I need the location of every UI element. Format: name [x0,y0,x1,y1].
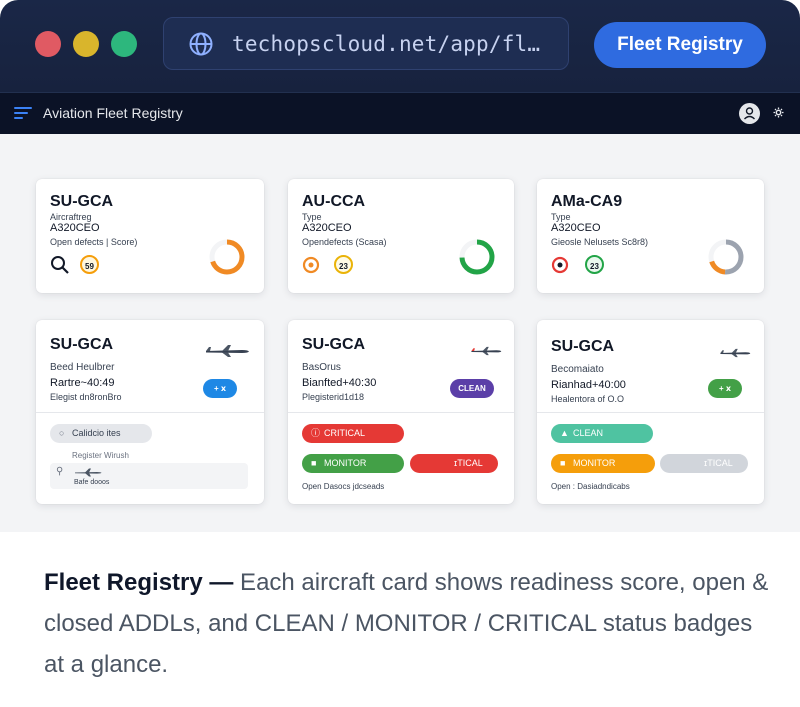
aircraft-registration: SU-GCA [50,336,114,353]
window-maximize-dot[interactable] [111,31,137,57]
aircraft-type: A320CEO [302,222,352,234]
status-pill-critical[interactable]: ɪTICAL [410,454,498,473]
detail-line-2: Rartre~40:49 [50,377,115,389]
register-sublabel: Register Wirush [72,451,129,460]
status-pill-critical[interactable]: ⓘ CRITICAL [302,424,404,443]
open-defects-note: Open Dasocs jdcseads [302,482,385,491]
aircraft-card[interactable]: AMa-CA9 Type A320CEO Gieosle Nelusets Sc… [537,179,764,293]
aircraft-card[interactable]: AU-CCA Type A320CEO Opendefects (Scasa) … [288,179,514,293]
status-pill-label: ɪTICAL [704,458,733,468]
status-badge[interactable]: + ⅹ [203,379,237,398]
airplane-icon [471,346,502,356]
status-pill-clean[interactable]: ▲ CLEAN [551,424,653,443]
card-divider [537,412,764,413]
status-ring-icon [551,256,569,274]
status-pill-label: MONITOR [324,458,367,468]
fleet-grid: SU-GCA Aircraftreg A320CEO Open defects … [0,134,800,532]
aircraft-registration: AU-CCA [302,193,366,210]
caption-title: Fleet Registry — [44,569,234,596]
detail-line-2: Bianfted+40:30 [302,377,377,389]
register-row[interactable]: ⚲ Bafe dooos [50,463,248,489]
browser-toolbar: techopscloud.net/app/fl… Fleet Registry [0,0,800,92]
aircraft-detail-card[interactable]: SU-GCA BasOrus Bianfted+40:30 Plegisteri… [288,320,514,504]
screenshot-frame: techopscloud.net/app/fl… Fleet Registry … [0,0,800,707]
airplane-icon [720,348,751,358]
globe-icon [189,32,213,56]
app-header: Aviation Fleet Registry [0,92,800,134]
settings-gear-icon[interactable] [773,107,784,118]
type-label: Type [302,212,322,222]
detail-line-3: Plegisterid1d18 [302,392,365,402]
app-title: Aviation Fleet Registry [43,105,183,121]
user-avatar-icon[interactable] [739,103,760,124]
status-ring-icon [302,256,320,274]
status-pill-monitor[interactable]: ■ MONITOR [551,454,655,473]
register-note: Bafe dooos [74,479,110,486]
defects-meta: Opendefects (Scasa) [302,237,387,247]
monitor-icon: ■ [560,458,566,468]
window-close-dot[interactable] [35,31,61,57]
open-defects-chip: 23 [334,255,353,274]
status-badge[interactable]: + ⅹ [708,379,742,398]
info-icon: ○ [59,428,65,438]
airplane-icon [75,468,102,477]
defects-meta: Open defects | Score) [50,237,138,247]
aircraft-registration: SU-GCA [551,338,615,355]
airplane-icon [206,345,249,357]
status-pill-critical[interactable]: ɪTICAL [660,454,748,473]
detail-line-1: Becomaiato [551,364,604,375]
open-defects-chip: 23 [585,255,604,274]
status-pill-monitor[interactable]: ■ MONITOR [302,454,404,473]
alert-icon: ⓘ [311,428,321,438]
detail-line-3: Healentora of O.O [551,394,625,404]
monitor-icon: ■ [311,458,317,468]
type-label: Aircraftreg [50,212,92,222]
address-bar[interactable]: techopscloud.net/app/fl… [163,17,569,70]
status-pill-label: ɪTICAL [454,458,483,468]
status-pill-label: MONITOR [573,458,616,468]
defects-meta: Gieosle Nelusets Sc8r8) [551,237,649,247]
card-divider [36,412,264,413]
aircraft-type: A320CEO [551,222,601,234]
search-icon[interactable] [50,255,70,275]
aircraft-registration: SU-GCA [50,193,114,210]
status-badge-clean[interactable]: CLEAN [450,379,494,398]
aircraft-type: A320CEO [50,222,100,234]
aircraft-detail-card[interactable]: SU-GCA Becomaiato Rianhad+40:00 Healento… [537,320,764,504]
location-pin-icon: ⚲ [56,466,64,477]
feature-caption: Fleet Registry — Each aircraft card show… [44,562,774,685]
aircraft-registration: SU-GCA [302,336,366,353]
detail-line-3: Elegist dn8ronBro [50,392,122,402]
status-pill-label: CRITICAL [324,428,366,438]
open-defects-chip: 59 [80,255,99,274]
status-pill[interactable]: ○ Calidcio ites [50,424,152,443]
detail-line-1: Beed Heulbrer [50,362,115,373]
type-label: Type [551,212,571,222]
menu-icon[interactable] [14,106,32,120]
window-minimize-dot[interactable] [73,31,99,57]
fleet-registry-button[interactable]: Fleet Registry [594,22,766,68]
readiness-score-ring [459,239,495,275]
detail-line-2: Rianhad+40:00 [551,379,626,391]
card-divider [288,412,514,413]
readiness-score-ring [209,239,245,275]
readiness-score-ring [708,239,744,275]
aircraft-card[interactable]: SU-GCA Aircraftreg A320CEO Open defects … [36,179,264,293]
aircraft-detail-card[interactable]: SU-GCA Beed Heulbrer Rartre~40:49 Elegis… [36,320,264,504]
aircraft-registration: AMa-CA9 [551,193,623,210]
open-defects-note: Open : Dasiadndicabs [551,482,630,491]
detail-line-1: BasOrus [302,362,341,373]
url-text: techopscloud.net/app/fl… [232,32,541,56]
status-pill-label: Calidcio ites [72,428,121,438]
check-icon: ▲ [560,428,569,438]
status-pill-label: CLEAN [573,428,604,438]
